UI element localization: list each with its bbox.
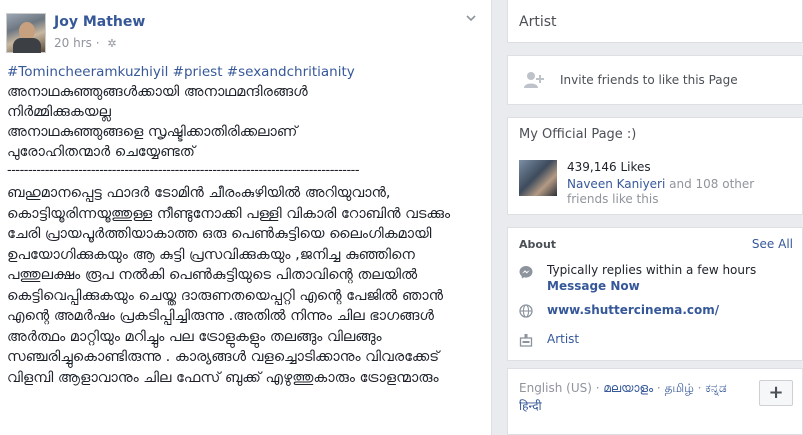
post-meta: 20 hrs · ✲ <box>54 36 117 50</box>
friend-name-link[interactable]: Naveen Kaniyeri <box>567 177 665 191</box>
language-malayalam[interactable]: മലയാളം <box>603 381 653 395</box>
language-separator: · <box>591 381 604 395</box>
post-intro-text: അനാഥകുഞ്ഞുങ്ങൾക്കായി അനാഥമന്ദിരങ്ങൾ നിർമ… <box>7 84 308 160</box>
category-link[interactable]: Artist <box>547 332 579 346</box>
page-thumbnail[interactable] <box>519 160 557 196</box>
meta-separator: · <box>95 36 100 50</box>
post-hashtags[interactable]: #Tomincheeramkuzhiyil #priest #sexandchr… <box>7 64 355 80</box>
language-tamil[interactable]: தமிழ் <box>665 381 694 395</box>
post-body-text: ബഹുമാനപ്പെട്ട ഫാദർ ടോമിൻ ചീരംകുഴിയിൽ അറി… <box>7 185 451 386</box>
website-link[interactable]: www.shuttercinema.com/ <box>547 303 719 317</box>
language-separator: · <box>653 381 665 395</box>
page-category-card: Artist <box>507 0 803 43</box>
see-all-link[interactable]: See All <box>752 237 793 251</box>
add-friend-icon <box>524 71 544 89</box>
official-page-title: My Official Page :) <box>519 127 637 142</box>
messenger-icon <box>519 264 533 279</box>
invite-card[interactable]: Invite friends to like this Page <box>507 55 803 105</box>
post-time[interactable]: 20 hrs <box>54 36 92 50</box>
category-icon <box>519 332 533 347</box>
page-category: Artist <box>519 14 557 30</box>
gear-icon: ✲ <box>107 37 117 50</box>
language-card: English (US) · മലയാളം · தமிழ் · ಕನ್ನಡ हि… <box>507 368 803 435</box>
globe-icon <box>519 303 533 318</box>
post-card: Joy Mathew 20 hrs · ✲ #Tomincheeramkuzhi… <box>0 0 492 435</box>
invite-friends-link[interactable]: Invite friends to like this Page <box>560 73 738 87</box>
avatar-shirt <box>13 38 41 53</box>
language-separator: · <box>693 381 706 395</box>
author-name[interactable]: Joy Mathew <box>54 14 145 30</box>
language-list: English (US) · മലയാളം · தமிழ் · ಕನ್ನಡ हि… <box>519 379 759 415</box>
language-hindi[interactable]: हिन्दी <box>519 399 542 413</box>
friends-like-text: Naveen Kaniyeri and 108 other friends li… <box>567 177 795 207</box>
language-current: English (US) <box>519 381 592 395</box>
message-now-link[interactable]: Message Now <box>547 279 640 293</box>
add-language-button[interactable]: + <box>759 380 793 406</box>
about-title: About <box>519 238 557 251</box>
language-kannada[interactable]: ಕನ್ನಡ <box>705 381 726 395</box>
reply-time-text: Typically replies within a few hours <box>547 263 757 277</box>
chevron-down-icon[interactable] <box>465 12 477 24</box>
about-card: About See All Typically replies within a… <box>507 227 803 361</box>
official-page-card: My Official Page :) 439,146 Likes Naveen… <box>507 117 803 215</box>
likes-count: 439,146 Likes <box>567 160 651 174</box>
post-divider: ----------------------------------------… <box>7 163 360 178</box>
author-avatar[interactable] <box>6 13 46 53</box>
